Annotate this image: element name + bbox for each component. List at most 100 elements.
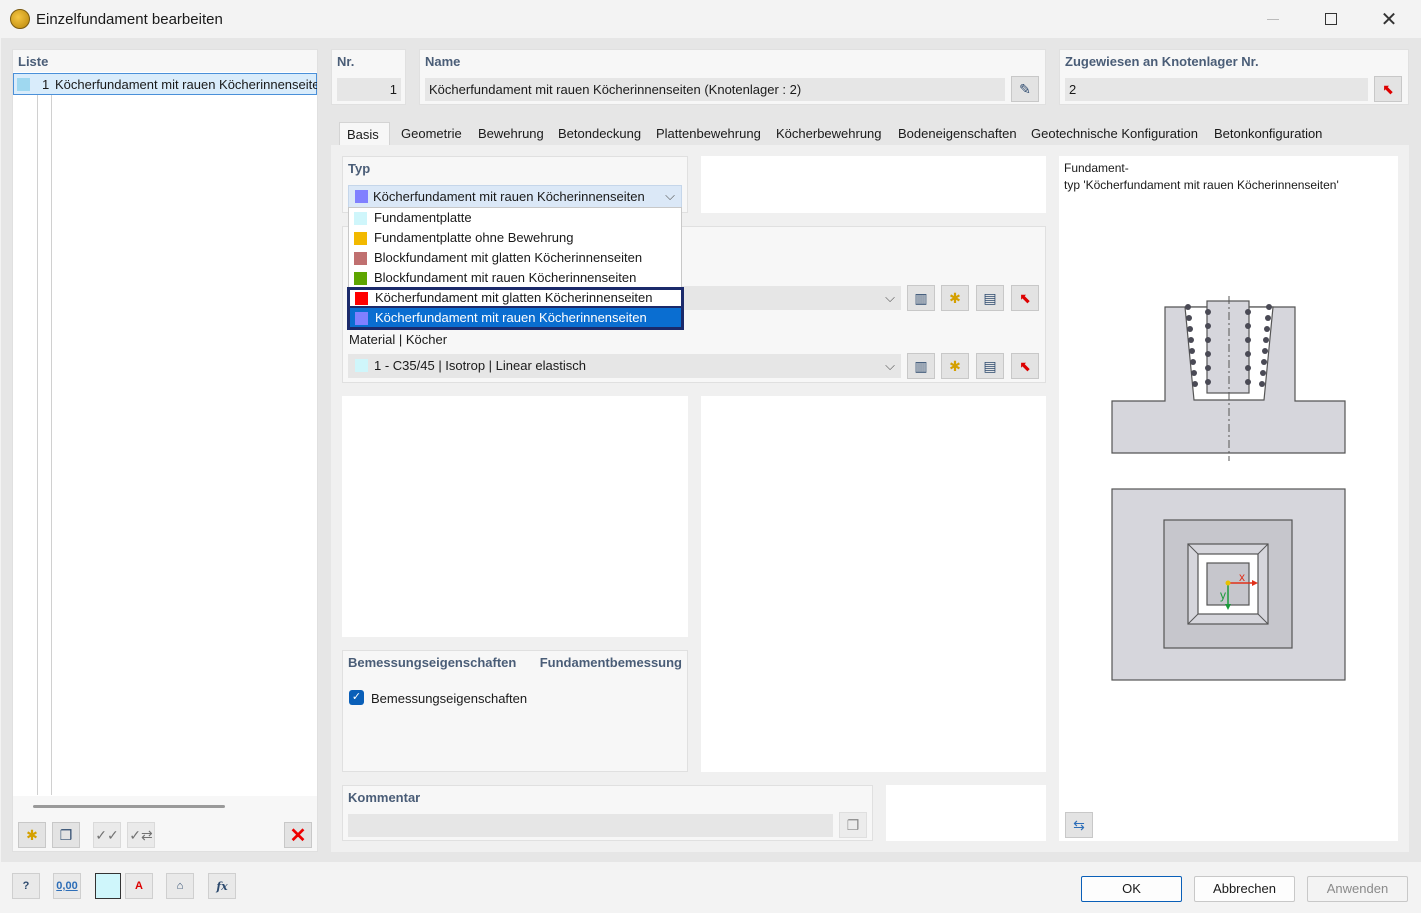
- tab-plattenbewehrung[interactable]: Plattenbewehrung: [649, 122, 768, 146]
- nr-field[interactable]: 1: [337, 78, 401, 101]
- new-material-button[interactable]: ✱: [941, 285, 969, 311]
- list-scrollbar[interactable]: [33, 805, 225, 808]
- empty-panel: [886, 785, 1046, 841]
- tab-koecherbewehrung[interactable]: Köcherbewehrung: [769, 122, 889, 146]
- new-material-button[interactable]: ✱: [941, 353, 969, 379]
- cancel-button[interactable]: Abbrechen: [1194, 876, 1295, 902]
- assigned-header: Zugewiesen an Knotenlager Nr.: [1065, 54, 1259, 69]
- bemessung-header: Bemessungseigenschaften: [348, 655, 517, 670]
- minimize-button[interactable]: [1244, 0, 1302, 38]
- assigned-field[interactable]: 2: [1065, 78, 1368, 101]
- name-panel: Name Köcherfundament mit rauen Köcherinn…: [419, 49, 1046, 105]
- edit-material-button[interactable]: ▤: [976, 285, 1004, 311]
- axis-y-label: y: [1220, 588, 1226, 602]
- maximize-button[interactable]: [1302, 0, 1360, 38]
- typ-header: Typ: [348, 161, 371, 176]
- axis-x-label: x: [1239, 570, 1245, 584]
- tab-bewehrung[interactable]: Bewehrung: [471, 122, 551, 146]
- units-button[interactable]: 0,00: [53, 873, 81, 899]
- formula-button[interactable]: fx: [208, 873, 236, 899]
- view-icon: ⌂: [176, 880, 184, 892]
- material-koecher-label: Material | Köcher: [349, 332, 448, 347]
- typ-option[interactable]: Blockfundament mit glatten Köcherinnense…: [349, 248, 681, 268]
- chevron-down-icon: ⌵: [885, 290, 895, 305]
- tab-bodeneigenschaften[interactable]: Bodeneigenschaften: [891, 122, 1024, 146]
- check-toggle-button[interactable]: ✓⇄: [127, 822, 155, 848]
- option-color-swatch: [354, 272, 367, 286]
- library-button[interactable]: ▥: [907, 285, 935, 311]
- pick-material-icon: ⬉: [1019, 357, 1031, 374]
- kommentar-field[interactable]: [348, 814, 833, 837]
- pick-material-button[interactable]: ⬉: [1011, 285, 1039, 311]
- tab-geometrie[interactable]: Geometrie: [394, 122, 469, 146]
- library-book-icon: ▥: [914, 289, 928, 306]
- list-header: Liste: [18, 54, 49, 69]
- edit-material-icon: ▤: [983, 289, 997, 306]
- material-color-swatch: [355, 359, 368, 372]
- library-button[interactable]: ▥: [907, 353, 935, 379]
- new-item-button[interactable]: ✱: [18, 822, 46, 848]
- typ-option[interactable]: Fundamentplatte: [349, 208, 681, 228]
- minimize-icon: [1267, 18, 1279, 20]
- check-all-icon: ✓✓: [95, 826, 119, 843]
- delete-icon: ✕: [289, 824, 307, 847]
- tab-basis[interactable]: Basis: [339, 122, 390, 146]
- apply-button[interactable]: Anwenden: [1307, 876, 1408, 902]
- option-color-swatch: [354, 252, 367, 266]
- preview-options-button[interactable]: ⇆: [1065, 812, 1093, 838]
- kommentar-header: Kommentar: [348, 790, 421, 805]
- ok-button[interactable]: OK: [1081, 876, 1182, 902]
- edit-name-button[interactable]: ✎: [1011, 76, 1039, 102]
- typ-selected-label: Köcherfundament mit rauen Köcherinnensei…: [373, 189, 645, 204]
- close-button[interactable]: ✕: [1360, 0, 1418, 38]
- check-all-button[interactable]: ✓✓: [93, 822, 121, 848]
- tree-line: [37, 95, 38, 795]
- tab-geotechnische-konfiguration[interactable]: Geotechnische Konfiguration: [1024, 122, 1205, 146]
- list-item-color: [17, 78, 30, 91]
- material-koecher-select[interactable]: 1 - C35/45 | Isotrop | Linear elastisch …: [348, 354, 901, 378]
- typ-option[interactable]: Blockfundament mit rauen Köcherinnenseit…: [349, 268, 681, 288]
- bemessung-checkbox[interactable]: ✓: [349, 690, 364, 705]
- color-button[interactable]: [95, 873, 121, 899]
- kommentar-copy-button[interactable]: ❐: [839, 812, 867, 838]
- edit-material-button[interactable]: ▤: [976, 353, 1004, 379]
- delete-item-button[interactable]: ✕: [284, 822, 312, 848]
- typ-select[interactable]: Köcherfundament mit rauen Köcherinnensei…: [348, 185, 682, 208]
- foundation-drawing: [1111, 296, 1346, 681]
- checkmark-icon: ✓: [351, 691, 362, 703]
- tab-betonkonfiguration[interactable]: Betonkonfiguration: [1207, 122, 1329, 146]
- pick-material-icon: ⬉: [1019, 289, 1031, 306]
- assigned-panel: Zugewiesen an Knotenlager Nr. 2 ⬉: [1059, 49, 1409, 105]
- pick-node-button[interactable]: ⬉: [1374, 76, 1402, 102]
- app-icon: [10, 9, 30, 29]
- pick-material-button[interactable]: ⬉: [1011, 353, 1039, 379]
- typ-option-selected[interactable]: Köcherfundament mit rauen Köcherinnensei…: [347, 308, 684, 330]
- help-icon: ?: [22, 880, 30, 892]
- display-button[interactable]: A: [125, 873, 153, 899]
- tab-betondeckung[interactable]: Betondeckung: [551, 122, 648, 146]
- view-button[interactable]: ⌂: [166, 873, 194, 899]
- new-item-icon: ✱: [26, 826, 38, 843]
- typ-option[interactable]: Köcherfundament mit glatten Köcherinnens…: [347, 287, 684, 309]
- name-field[interactable]: Köcherfundament mit rauen Köcherinnensei…: [425, 78, 1005, 101]
- close-icon: ✕: [1380, 8, 1398, 31]
- help-button[interactable]: ?: [12, 873, 40, 899]
- elevation-view: [1111, 296, 1346, 461]
- list-area: 1 Köcherfundament mit rauen Köcherinnens…: [13, 72, 317, 796]
- chevron-down-icon: ⌵: [885, 358, 895, 373]
- list-item-label: Köcherfundament mit rauen Köcherinnensei…: [55, 77, 317, 92]
- bemessung-checkbox-label: Bemessungseigenschaften: [371, 691, 528, 706]
- option-color-swatch: [355, 312, 368, 326]
- bemessung-panel: Bemessungseigenschaften Fundamentbemessu…: [342, 650, 688, 772]
- pick-cursor-icon: ⬉: [1382, 80, 1394, 97]
- new-material-icon: ✱: [949, 289, 961, 306]
- copy-item-button[interactable]: ❐: [52, 822, 80, 848]
- view-settings-icon: ⇆: [1073, 816, 1085, 833]
- chevron-down-icon: ⌵: [665, 188, 675, 203]
- list-item[interactable]: 1 Köcherfundament mit rauen Köcherinnens…: [13, 73, 317, 95]
- new-material-icon: ✱: [949, 357, 961, 374]
- display-icon: A: [135, 880, 143, 892]
- empty-panel: [342, 396, 688, 637]
- plan-view: [1111, 488, 1346, 681]
- typ-option[interactable]: Fundamentplatte ohne Bewehrung: [349, 228, 681, 248]
